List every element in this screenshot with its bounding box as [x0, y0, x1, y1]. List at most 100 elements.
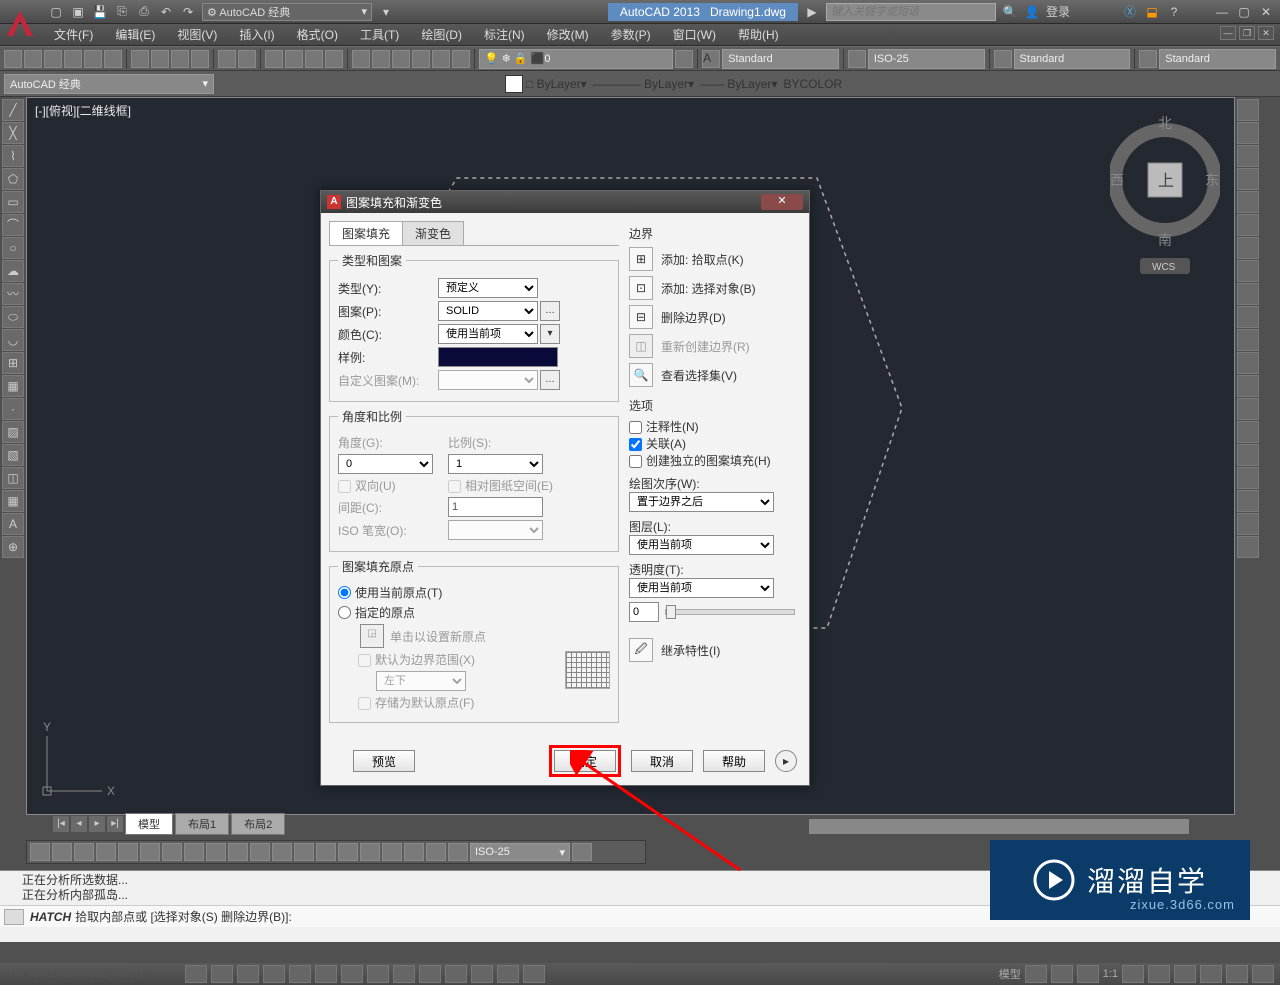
- tablestyle-icon[interactable]: [994, 50, 1012, 68]
- textstyle-icon[interactable]: A: [702, 50, 720, 68]
- dim17-icon[interactable]: [382, 843, 402, 861]
- print-doc-icon[interactable]: [64, 50, 82, 68]
- doc-close-icon[interactable]: ✕: [1258, 26, 1274, 40]
- plotstyle-selector[interactable]: BYCOLOR: [783, 77, 842, 91]
- zoom-icon[interactable]: [285, 50, 303, 68]
- dyn-icon[interactable]: [393, 965, 415, 983]
- redo2-icon[interactable]: [238, 50, 256, 68]
- coordinates[interactable]: 575.7940, -654.4392, 0.0000: [6, 968, 147, 980]
- color-selector[interactable]: □ ByLayer▾: [526, 77, 587, 91]
- explode-icon[interactable]: [1237, 444, 1259, 466]
- undo-icon[interactable]: ↶: [158, 4, 174, 20]
- angle-select[interactable]: 0: [338, 454, 433, 474]
- dim6-icon[interactable]: [140, 843, 160, 861]
- annotative-checkbox[interactable]: [629, 421, 642, 434]
- maximize-icon[interactable]: ▢: [1236, 4, 1252, 20]
- dialog-close-button[interactable]: ✕: [761, 194, 803, 210]
- saveas-icon[interactable]: ⎘: [114, 4, 130, 20]
- qat-dropdown-icon[interactable]: ▾: [378, 4, 394, 20]
- dim14-icon[interactable]: [316, 843, 336, 861]
- menu-view[interactable]: 视图(V): [167, 23, 227, 46]
- hatch-icon[interactable]: ▨: [2, 421, 24, 443]
- menu-insert[interactable]: 插入(I): [229, 23, 284, 46]
- transparency-select[interactable]: 使用当前项: [629, 578, 774, 598]
- remove-boundary-button[interactable]: ⊟删除边界(D): [629, 305, 801, 329]
- copy-icon[interactable]: [151, 50, 169, 68]
- use-current-origin-radio[interactable]: [338, 586, 351, 599]
- open-doc-icon[interactable]: [24, 50, 42, 68]
- ellipse-icon[interactable]: ⬭: [2, 306, 24, 328]
- markup-icon[interactable]: [432, 50, 450, 68]
- menu-window[interactable]: 窗口(W): [663, 23, 726, 46]
- s6-icon[interactable]: [1174, 965, 1196, 983]
- tab-layout1[interactable]: 布局1: [175, 813, 229, 835]
- text-style-selector[interactable]: Standard: [722, 49, 839, 69]
- draworder-select[interactable]: 置于边界之后: [629, 492, 774, 512]
- menu-modify[interactable]: 修改(M): [537, 23, 599, 46]
- menu-file[interactable]: 文件(F): [44, 23, 103, 46]
- help-icon[interactable]: ?: [1166, 4, 1182, 20]
- add-select-objects-button[interactable]: ⊡添加: 选择对象(B): [629, 276, 801, 300]
- array-icon[interactable]: [1237, 191, 1259, 213]
- inherit-properties-button[interactable]: 🖉继承特性(I): [629, 638, 801, 662]
- mtext-icon[interactable]: A: [2, 513, 24, 535]
- dim1-icon[interactable]: [30, 843, 50, 861]
- type-select[interactable]: 预定义: [438, 278, 538, 298]
- modelspace-toggle[interactable]: 模型: [999, 966, 1021, 982]
- viewport-label[interactable]: [-][俯视][二维线框]: [35, 102, 131, 119]
- insert-icon[interactable]: ⊞: [2, 352, 24, 374]
- save-doc-icon[interactable]: [44, 50, 62, 68]
- point-icon[interactable]: ·: [2, 398, 24, 420]
- match-icon[interactable]: [191, 50, 209, 68]
- erase-icon[interactable]: [1237, 99, 1259, 121]
- fillet-icon[interactable]: [1237, 421, 1259, 443]
- dim4-icon[interactable]: [96, 843, 116, 861]
- annotation-scale[interactable]: 1:1: [1103, 968, 1118, 980]
- table-icon[interactable]: ▦: [2, 490, 24, 512]
- print-icon[interactable]: ⎙: [136, 4, 152, 20]
- new-icon[interactable]: ▢: [48, 4, 64, 20]
- tab-next-icon[interactable]: ▸: [89, 816, 105, 832]
- dim20-icon[interactable]: [448, 843, 468, 861]
- s1-icon[interactable]: [1025, 965, 1047, 983]
- horizontal-scrollbar[interactable]: [809, 819, 1189, 834]
- grid-icon[interactable]: [211, 965, 233, 983]
- s9-icon[interactable]: [1252, 965, 1274, 983]
- spline-icon[interactable]: 〰: [2, 283, 24, 305]
- calc-icon[interactable]: [452, 50, 470, 68]
- login-text[interactable]: 登录: [1046, 3, 1070, 20]
- lwt-icon[interactable]: [419, 965, 441, 983]
- help-button[interactable]: 帮助: [703, 750, 765, 772]
- circle-icon[interactable]: ○: [2, 237, 24, 259]
- zoomwin-icon[interactable]: [305, 50, 323, 68]
- ok-button[interactable]: 确定: [554, 750, 616, 772]
- publish-icon[interactable]: [104, 50, 122, 68]
- line-icon[interactable]: ╱: [2, 99, 24, 121]
- dim9-icon[interactable]: [206, 843, 226, 861]
- m19-icon[interactable]: [1237, 513, 1259, 535]
- menu-edit[interactable]: 编辑(E): [105, 23, 165, 46]
- save-icon[interactable]: 💾: [92, 4, 108, 20]
- transparency-value-input[interactable]: [629, 602, 659, 622]
- dim15-icon[interactable]: [338, 843, 358, 861]
- login-icon[interactable]: 👤: [1024, 4, 1040, 20]
- s5-icon[interactable]: [1148, 965, 1170, 983]
- menu-help[interactable]: 帮助(H): [728, 23, 789, 46]
- xline-icon[interactable]: ╳: [2, 122, 24, 144]
- layer-select[interactable]: 使用当前项: [629, 535, 774, 555]
- preview-button[interactable]: 预览: [353, 750, 415, 772]
- doc-minimize-icon[interactable]: —: [1220, 26, 1236, 40]
- extend-icon[interactable]: [1237, 329, 1259, 351]
- tab-hatch[interactable]: 图案填充: [329, 221, 403, 245]
- sheet-icon[interactable]: [412, 50, 430, 68]
- exchange-icon[interactable]: Ⓧ: [1122, 4, 1138, 20]
- tab-last-icon[interactable]: ▸|: [107, 816, 123, 832]
- associative-checkbox[interactable]: [629, 438, 642, 451]
- ellipsearc-icon[interactable]: ◡: [2, 329, 24, 351]
- separate-hatch-checkbox[interactable]: [629, 455, 642, 468]
- revcloud-icon[interactable]: ☁: [2, 260, 24, 282]
- dim5-icon[interactable]: [118, 843, 138, 861]
- copy2-icon[interactable]: [1237, 122, 1259, 144]
- pattern-select[interactable]: SOLID: [438, 301, 538, 321]
- menu-param[interactable]: 参数(P): [601, 23, 661, 46]
